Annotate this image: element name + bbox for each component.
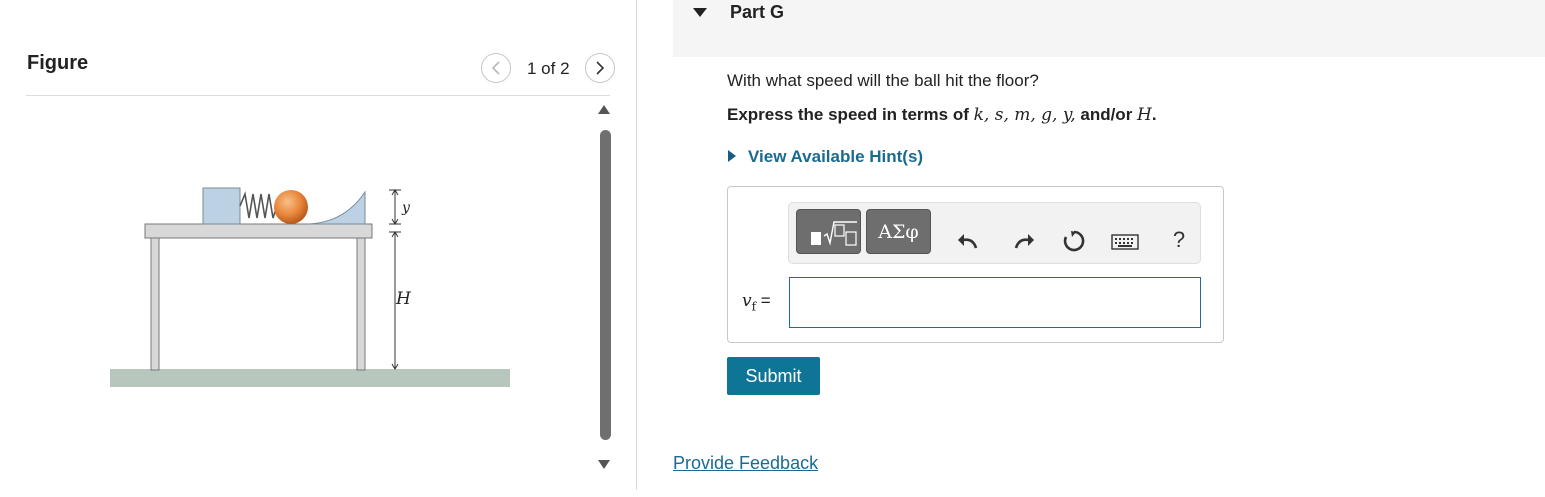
scroll-down-arrow-icon[interactable] [598,460,610,469]
scroll-up-arrow-icon[interactable] [598,105,610,114]
figure-scrollbar-thumb[interactable] [600,130,611,440]
block [202,187,241,225]
figure-page-counter: 1 of 2 [527,59,570,78]
part-header[interactable] [673,0,1545,57]
table-leg-right [356,237,366,371]
instruction-andor: and/or [1080,105,1133,124]
figure-diagram: y H [110,187,510,387]
answer-input[interactable] [789,277,1201,328]
ramp [308,190,366,225]
previous-figure-button[interactable] [481,53,511,83]
table-top [144,223,373,239]
help-button[interactable]: ? [1168,226,1190,254]
templates-button[interactable] [796,209,861,254]
H-dimension-label: H [395,289,412,309]
next-figure-button[interactable] [585,53,615,83]
table-leg-left [150,237,160,371]
floor [110,369,510,387]
y-dimension-label: y [401,200,411,216]
view-hints-link[interactable]: View Available Hint(s) [748,147,923,167]
templates-icon [811,221,857,246]
instruction-prefix: Express the speed in terms of [727,105,969,124]
collapse-caret-icon[interactable] [693,8,707,17]
reset-icon[interactable] [1060,227,1088,255]
hint-caret-icon[interactable] [728,150,736,162]
part-title: Part G [730,2,785,22]
figure-title: Figure [27,52,89,74]
question-text: With what speed will the ball hit the fl… [727,71,1039,90]
instruction-text: Express the speed in terms of k, s, m, g… [727,105,1157,125]
answer-label-variable: v [742,291,752,311]
chevron-right-icon [596,61,605,75]
instruction-end: . [1151,105,1157,124]
instruction-variables: k, s, m, g, y, [973,105,1076,125]
instruction-last-variable: H [1137,105,1152,125]
provide-feedback-link[interactable]: Provide Feedback [673,453,818,474]
panel-divider [636,0,637,490]
greek-symbols-button[interactable]: ΑΣφ [866,209,931,254]
answer-label-equals: = [756,291,771,310]
chevron-left-icon [491,61,500,75]
figure-header-divider [26,95,610,96]
ball [274,190,308,224]
redo-icon[interactable] [1011,228,1037,254]
undo-icon[interactable] [955,228,981,254]
submit-button[interactable]: Submit [727,357,820,395]
answer-label: vf = [742,291,771,313]
spring [239,191,278,219]
keyboard-icon[interactable] [1110,232,1140,252]
